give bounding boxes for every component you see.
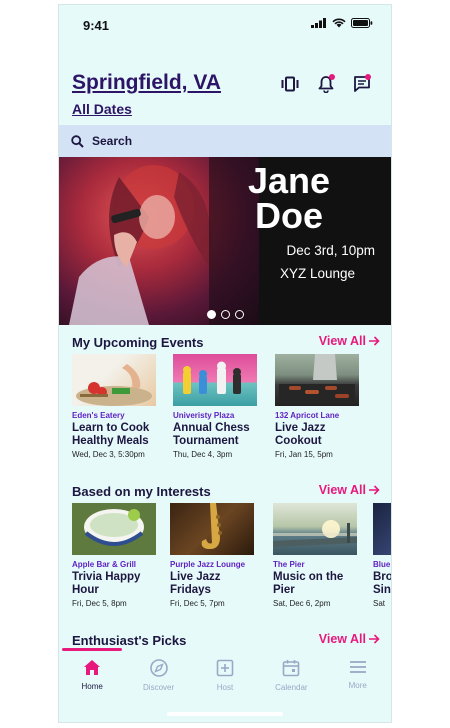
picks-section-title: Enthusiast's Picks: [72, 633, 187, 648]
carousel-icon: [281, 76, 299, 92]
tab-home[interactable]: Home: [60, 659, 124, 722]
event-title: Trivia Happy Hour: [72, 571, 141, 596]
event-image-partial: [373, 503, 391, 555]
search-label: Search: [92, 134, 133, 148]
tab-label: More: [348, 681, 367, 690]
event-date: Fri, Dec 5, 8pm: [72, 599, 127, 608]
menu-icon: [349, 661, 366, 673]
interests-section-title: Based on my Interests: [72, 484, 211, 499]
search-bar[interactable]: Search: [59, 125, 391, 157]
event-venue: Purple Jazz Lounge: [170, 560, 246, 569]
view-all-label: View All: [318, 334, 366, 348]
app-screen: 9:41 Springfield, VA All Dates Search Ja…: [58, 4, 392, 723]
compass-icon: [149, 659, 168, 677]
event-title: Learn to Cook Healthy Meals: [72, 422, 150, 447]
home-icon: [84, 660, 101, 675]
location-title[interactable]: Springfield, VA: [72, 71, 221, 95]
plus-square-icon: [216, 659, 234, 677]
tab-label: Host: [216, 683, 234, 692]
calendar-icon: [283, 660, 300, 677]
event-image-pier: [273, 503, 357, 555]
view-all-label: View All: [318, 632, 366, 646]
event-title: Live Jazz Fridays: [170, 571, 221, 596]
battery-icon: [351, 18, 373, 28]
event-date: Wed, Dec 3, 5:30pm: [72, 450, 145, 459]
event-title: Music on the Pier: [273, 571, 344, 596]
event-image-chess: [173, 354, 257, 406]
pager-dot-2[interactable]: [221, 310, 230, 319]
artist-first-name: Jane: [247, 160, 331, 201]
event-venue: Apple Bar & Grill: [72, 560, 137, 569]
date-filter[interactable]: All Dates: [72, 101, 132, 117]
pager-dot-1[interactable]: [207, 310, 216, 319]
event-venue: 132 Apricot Lane: [275, 411, 340, 420]
interests-view-all-link[interactable]: View All: [319, 483, 380, 497]
message-badge: [365, 74, 371, 80]
notification-badge: [329, 74, 335, 80]
event-venue: Eden's Eatery: [72, 411, 125, 420]
status-bar: 9:41: [59, 5, 391, 43]
event-date: Sat: [373, 599, 386, 608]
arrow-right-icon: [369, 485, 380, 495]
carousel-view-button[interactable]: [279, 73, 301, 95]
view-all-label: View All: [318, 483, 366, 497]
event-title: Bro Sin: [373, 571, 392, 596]
event-card[interactable]: Univeristy Plaza Annual Chess Tournament …: [173, 354, 261, 459]
event-venue: Univeristy Plaza: [173, 411, 235, 420]
event-image-saxophone: [170, 503, 254, 555]
messages-button[interactable]: [351, 73, 373, 95]
arrow-right-icon: [369, 336, 380, 346]
notifications-button[interactable]: [315, 73, 337, 95]
event-card[interactable]: Blue Bro Sin Sat: [373, 503, 392, 608]
featured-artist-name: Jane Doe: [229, 160, 349, 236]
tab-label: Home: [81, 682, 103, 691]
event-image-cooking: [72, 354, 156, 406]
featured-venue: XYZ Lounge: [280, 266, 356, 281]
upcoming-view-all-link[interactable]: View All: [319, 334, 380, 348]
event-venue: Blue: [373, 560, 391, 569]
featured-date: Dec 3rd, 10pm: [286, 243, 375, 258]
search-icon: [71, 134, 84, 148]
artist-last-name: Doe: [254, 195, 323, 236]
event-venue: The Pier: [273, 560, 305, 569]
event-date: Thu, Dec 4, 3pm: [173, 450, 233, 459]
upcoming-section-title: My Upcoming Events: [72, 335, 204, 350]
event-image-cookout: [275, 354, 359, 406]
event-card[interactable]: The Pier Music on the Pier Sat, Dec 6, 2p…: [273, 503, 361, 608]
signal-icon: [311, 18, 326, 28]
event-card[interactable]: Apple Bar & Grill Trivia Happy Hour Fri, …: [72, 503, 160, 608]
tab-label: Discover: [143, 683, 175, 692]
event-title: Live Jazz Cookout: [275, 422, 326, 447]
status-time: 9:41: [83, 18, 110, 33]
wifi-icon: [332, 18, 346, 28]
event-date: Sat, Dec 6, 2pm: [273, 599, 331, 608]
featured-carousel[interactable]: Jane Doe Dec 3rd, 10pm XYZ Lounge: [59, 157, 391, 325]
status-icons: [311, 18, 373, 28]
home-indicator: [167, 712, 283, 716]
event-title: Annual Chess Tournament: [173, 422, 250, 447]
event-date: Fri, Dec 5, 7pm: [170, 599, 225, 608]
carousel-pager: [207, 310, 244, 319]
tab-label: Calendar: [275, 683, 308, 692]
event-image-drink: [72, 503, 156, 555]
arrow-right-icon: [369, 634, 380, 644]
event-date: Fri, Jan 15, 5pm: [275, 450, 333, 459]
event-card[interactable]: Purple Jazz Lounge Live Jazz Fridays Fri,…: [170, 503, 258, 608]
tab-more[interactable]: More: [326, 659, 390, 722]
pager-dot-3[interactable]: [235, 310, 244, 319]
picks-view-all-link[interactable]: View All: [319, 632, 380, 646]
header-actions: [279, 73, 373, 95]
event-card[interactable]: Eden's Eatery Learn to Cook Healthy Meals…: [72, 354, 160, 459]
event-card[interactable]: 132 Apricot Lane Live Jazz Cookout Fri, J…: [275, 354, 363, 459]
